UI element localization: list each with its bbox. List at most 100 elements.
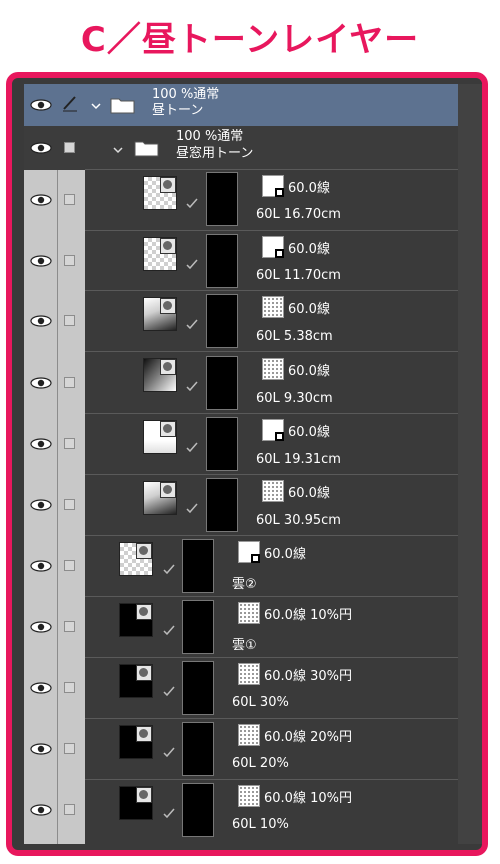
- layer-row[interactable]: 60.0線 10%円 雲①: [24, 597, 458, 658]
- layer-row[interactable]: 60.0線 10%円 60L 10%: [24, 780, 458, 844]
- layer-name-label: 60L 19.31cm: [256, 452, 341, 467]
- panel-scrollbar[interactable]: [458, 84, 482, 844]
- edit-checkbox[interactable]: [64, 804, 75, 815]
- eye-icon[interactable]: [30, 804, 52, 816]
- layer-mask-thumbnail: [182, 539, 214, 593]
- folder-row-hiru-mado-tone[interactable]: 100 %通常 昼窓用トーン: [24, 126, 458, 170]
- tone-setting-label: 60.0線: [288, 486, 330, 501]
- eye-icon[interactable]: [30, 743, 52, 755]
- folder-blend-label: 100 %通常: [152, 87, 220, 102]
- layer-row[interactable]: 60.0線 60L 30.95cm: [24, 475, 458, 536]
- layer-mask-thumbnail: [206, 356, 238, 410]
- layer-mask-thumbnail: [206, 234, 238, 288]
- mask-link-icon[interactable]: [162, 623, 176, 637]
- eye-icon[interactable]: [30, 682, 52, 694]
- edit-checkbox[interactable]: [64, 255, 75, 266]
- tone-icon: [262, 358, 284, 380]
- layer-mask-thumbnail: [182, 661, 214, 715]
- layer-row[interactable]: 60.0線 60L 11.70cm: [24, 231, 458, 291]
- layer-row[interactable]: 60.0線 20%円 60L 20%: [24, 719, 458, 780]
- tone-setting-label: 60.0線: [288, 302, 330, 317]
- folder-icon: [134, 141, 159, 157]
- layer-mask-thumbnail: [182, 783, 214, 837]
- layer-row[interactable]: 60.0線 30%円 60L 30%: [24, 658, 458, 719]
- chevron-down-icon[interactable]: [90, 100, 102, 112]
- eye-icon[interactable]: [30, 99, 52, 111]
- eye-icon[interactable]: [30, 142, 52, 154]
- pencil-icon[interactable]: [61, 94, 79, 112]
- mask-link-icon[interactable]: [162, 684, 176, 698]
- layer-row[interactable]: 60.0線 60L 9.30cm: [24, 352, 458, 414]
- layer-thumbnail: [143, 420, 177, 454]
- layer-name-label: 60L 30%: [232, 695, 289, 710]
- layer-row[interactable]: 60.0線 60L 19.31cm: [24, 414, 458, 475]
- mask-link-icon[interactable]: [162, 745, 176, 759]
- edit-checkbox[interactable]: [64, 142, 75, 153]
- eye-icon[interactable]: [30, 499, 52, 511]
- edit-checkbox[interactable]: [64, 499, 75, 510]
- edit-checkbox[interactable]: [64, 560, 75, 571]
- layer-mask-thumbnail: [206, 478, 238, 532]
- tone-icon: [262, 419, 284, 441]
- edit-checkbox[interactable]: [64, 743, 75, 754]
- mask-link-icon[interactable]: [185, 379, 199, 393]
- tone-setting-label: 60.0線: [288, 181, 330, 196]
- tone-icon: [262, 296, 284, 318]
- tone-setting-label: 60.0線: [288, 242, 330, 257]
- layer-thumbnail: [119, 664, 153, 698]
- layer-mask-thumbnail: [206, 172, 238, 226]
- eye-icon[interactable]: [30, 560, 52, 572]
- mask-link-icon[interactable]: [185, 501, 199, 515]
- folder-blend-label: 100 %通常: [176, 129, 244, 144]
- edit-checkbox[interactable]: [64, 682, 75, 693]
- edit-checkbox[interactable]: [64, 438, 75, 449]
- eye-icon[interactable]: [30, 438, 52, 450]
- chevron-down-icon[interactable]: [112, 144, 124, 156]
- layer-thumbnail: [119, 786, 153, 820]
- tone-icon: [262, 236, 284, 258]
- edit-checkbox[interactable]: [64, 377, 75, 388]
- layer-thumbnail: [143, 297, 177, 331]
- layer-thumbnail: [143, 358, 177, 392]
- layer-thumbnail: [143, 237, 177, 271]
- layer-mask-thumbnail: [206, 294, 238, 348]
- eye-icon[interactable]: [30, 377, 52, 389]
- mask-link-icon[interactable]: [162, 806, 176, 820]
- layer-name-label: 60L 10%: [232, 817, 289, 832]
- mask-link-icon[interactable]: [185, 440, 199, 454]
- edit-checkbox[interactable]: [64, 194, 75, 205]
- mask-link-icon[interactable]: [185, 257, 199, 271]
- mask-link-icon[interactable]: [185, 317, 199, 331]
- layer-name-label: 60L 9.30cm: [256, 391, 333, 406]
- layer-name-label: 雲①: [232, 638, 257, 653]
- tone-setting-label: 60.0線 10%円: [264, 791, 352, 806]
- layer-name-label: 60L 30.95cm: [256, 513, 341, 528]
- layer-thumbnail: [143, 176, 177, 210]
- eye-icon[interactable]: [30, 194, 52, 206]
- tone-icon: [238, 724, 260, 746]
- mask-link-icon[interactable]: [162, 562, 176, 576]
- layer-mask-thumbnail: [182, 600, 214, 654]
- folder-row-hiru-tone[interactable]: 100 %通常 昼トーン: [24, 84, 458, 126]
- tone-setting-label: 60.0線: [288, 364, 330, 379]
- tone-icon: [238, 785, 260, 807]
- tone-setting-label: 60.0線: [264, 547, 306, 562]
- eye-icon[interactable]: [30, 255, 52, 267]
- layer-name-label: 60L 11.70cm: [256, 268, 341, 283]
- edit-checkbox[interactable]: [64, 315, 75, 326]
- tone-setting-label: 60.0線 20%円: [264, 730, 352, 745]
- tone-icon: [238, 663, 260, 685]
- layer-mask-thumbnail: [206, 417, 238, 471]
- eye-icon[interactable]: [30, 315, 52, 327]
- edit-checkbox[interactable]: [64, 621, 75, 632]
- layer-name-label: 60L 20%: [232, 756, 289, 771]
- mask-link-icon[interactable]: [185, 196, 199, 210]
- layer-name-label: 雲②: [232, 577, 257, 592]
- layer-row[interactable]: 60.0線 60L 5.38cm: [24, 291, 458, 352]
- layer-thumbnail: [119, 603, 153, 637]
- eye-icon[interactable]: [30, 621, 52, 633]
- layer-row[interactable]: 60.0線 雲②: [24, 536, 458, 597]
- layer-row[interactable]: 60.0線 60L 16.70cm: [24, 170, 458, 231]
- tone-icon: [238, 602, 260, 624]
- folder-icon: [110, 98, 135, 114]
